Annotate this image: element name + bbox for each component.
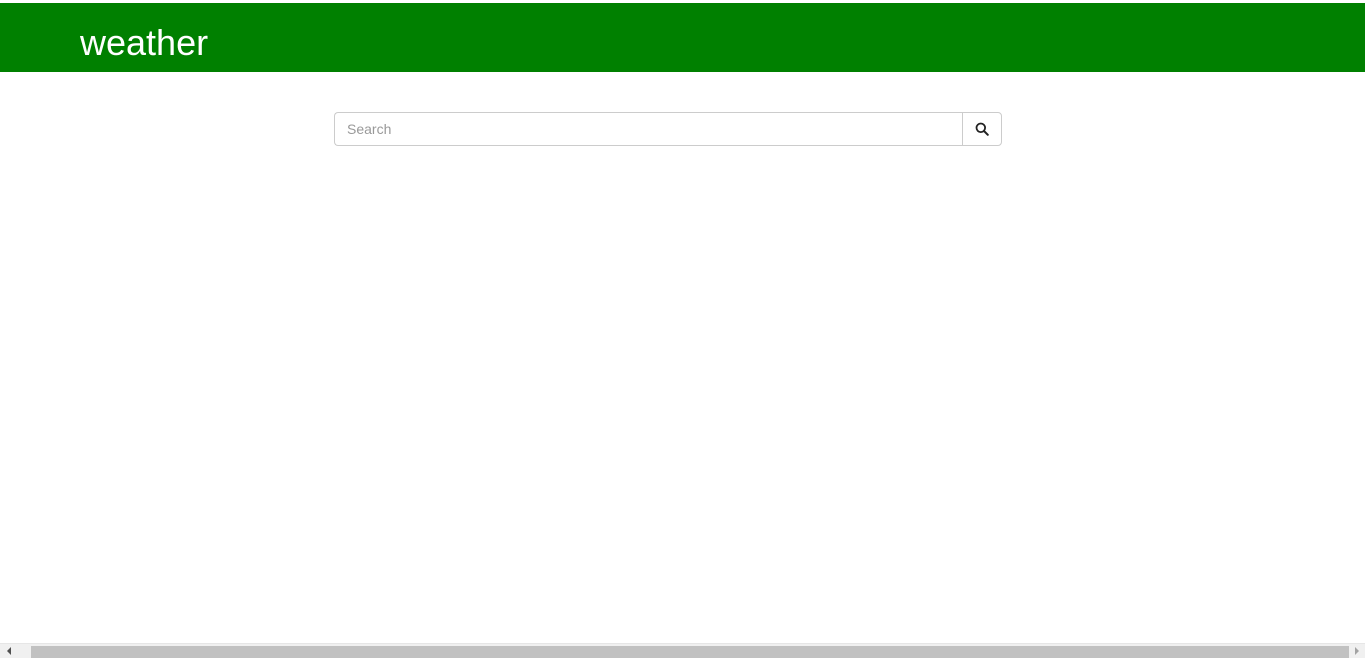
- page: weather: [0, 0, 1365, 658]
- scroll-left-button[interactable]: [0, 644, 17, 658]
- search-bar: [334, 112, 1002, 146]
- scrollbar-thumb[interactable]: [31, 646, 1349, 658]
- app-header: weather: [0, 3, 1365, 72]
- app-title: weather: [80, 22, 209, 63]
- horizontal-scrollbar[interactable]: [0, 643, 1365, 658]
- search-icon: [975, 122, 989, 136]
- triangle-right-icon: [1354, 647, 1359, 655]
- scroll-right-button[interactable]: [1348, 644, 1365, 658]
- search-input[interactable]: [334, 112, 962, 146]
- triangle-left-icon: [6, 647, 11, 655]
- search-button[interactable]: [962, 112, 1002, 146]
